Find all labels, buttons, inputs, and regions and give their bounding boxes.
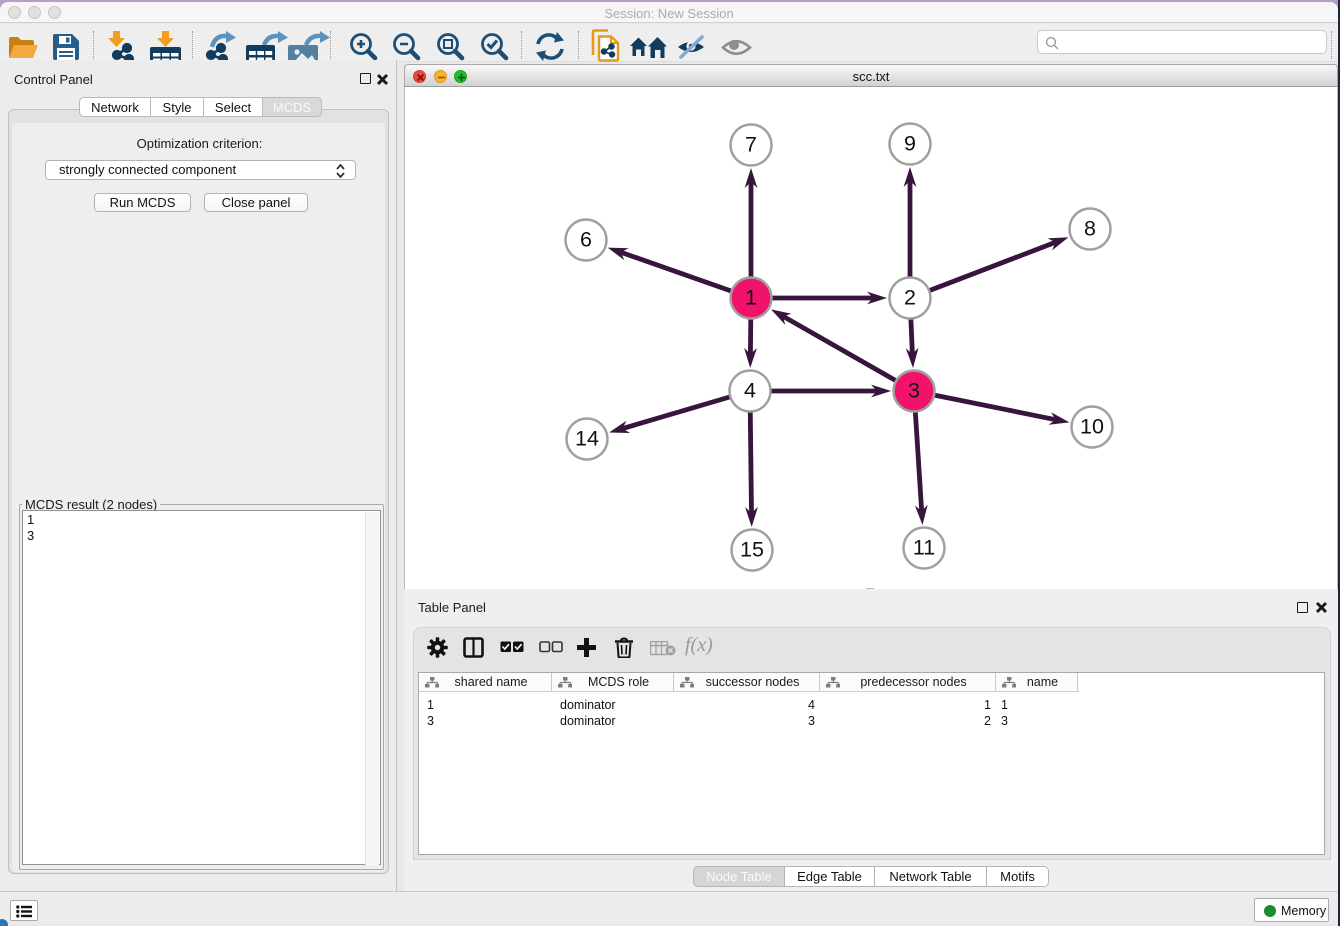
svg-text:1: 1 (745, 286, 757, 310)
svg-text:6: 6 (580, 228, 592, 252)
svg-text:15: 15 (740, 538, 764, 562)
svg-text:14: 14 (575, 427, 599, 451)
svg-text:2: 2 (904, 286, 916, 310)
svg-text:9: 9 (904, 132, 916, 156)
svg-text:3: 3 (908, 379, 920, 403)
svg-text:10: 10 (1080, 415, 1104, 439)
svg-text:8: 8 (1084, 217, 1096, 241)
svg-text:11: 11 (913, 536, 935, 560)
svg-text:4: 4 (744, 379, 756, 403)
svg-text:7: 7 (745, 133, 757, 157)
